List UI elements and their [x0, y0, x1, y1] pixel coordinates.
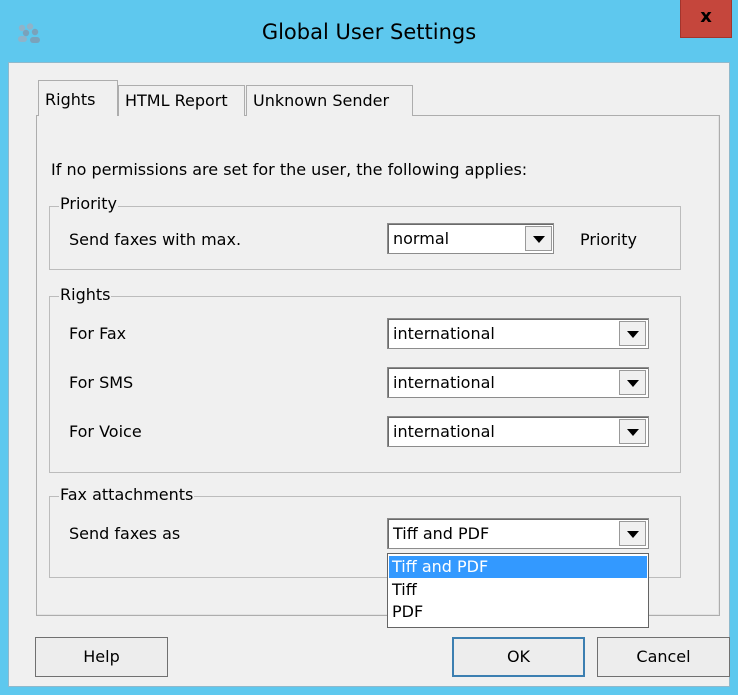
- close-button[interactable]: x: [680, 0, 732, 38]
- tab-rights-label: Rights: [45, 90, 96, 109]
- close-icon: x: [700, 6, 712, 27]
- sms-rights-dropdown-button[interactable]: [619, 370, 646, 395]
- priority-dropdown-button[interactable]: [525, 226, 552, 251]
- attachment-format-dropdown-button[interactable]: [619, 521, 646, 546]
- dropdown-option-tiff-and-pdf[interactable]: Tiff and PDF: [389, 556, 647, 578]
- dropdown-option-tiff[interactable]: Tiff: [389, 579, 647, 601]
- for-voice-label: For Voice: [69, 422, 142, 441]
- voice-rights-select[interactable]: international: [387, 416, 649, 447]
- intro-text: If no permissions are set for the user, …: [51, 160, 528, 179]
- chevron-down-icon: [533, 236, 545, 243]
- priority-suffix-label: Priority: [580, 230, 637, 249]
- fax-attachments-legend: Fax attachments: [59, 485, 195, 504]
- send-faxes-max-label: Send faxes with max.: [69, 230, 242, 249]
- tab-unknown-sender[interactable]: Unknown Sender: [246, 85, 413, 116]
- priority-select[interactable]: normal: [387, 223, 554, 254]
- send-faxes-as-label: Send faxes as: [69, 524, 181, 543]
- ok-button[interactable]: OK: [452, 637, 585, 677]
- voice-rights-value: international: [393, 422, 495, 441]
- cancel-button[interactable]: Cancel: [597, 637, 730, 677]
- chevron-down-icon: [627, 429, 639, 436]
- fax-rights-value: international: [393, 324, 495, 343]
- chevron-down-icon: [627, 380, 639, 387]
- priority-legend: Priority: [59, 194, 118, 213]
- sms-rights-value: international: [393, 373, 495, 392]
- help-button[interactable]: Help: [35, 637, 168, 677]
- for-sms-label: For SMS: [69, 373, 134, 392]
- for-fax-label: For Fax: [69, 324, 127, 343]
- attachment-format-dropdown-list: Tiff and PDF Tiff PDF: [387, 553, 649, 628]
- attachment-format-value: Tiff and PDF: [393, 524, 490, 543]
- dropdown-option-pdf[interactable]: PDF: [389, 601, 647, 623]
- priority-select-value: normal: [393, 229, 450, 248]
- rights-legend: Rights: [59, 285, 112, 304]
- tab-html-report[interactable]: HTML Report: [118, 85, 245, 116]
- tab-html-report-label: HTML Report: [125, 91, 228, 110]
- chevron-down-icon: [627, 331, 639, 338]
- chevron-down-icon: [627, 531, 639, 538]
- fax-rights-dropdown-button[interactable]: [619, 321, 646, 346]
- tab-unknown-sender-label: Unknown Sender: [253, 91, 390, 110]
- window-title: Global User Settings: [261, 20, 477, 44]
- attachment-format-select[interactable]: Tiff and PDF: [387, 518, 649, 549]
- sms-rights-select[interactable]: international: [387, 367, 649, 398]
- fax-rights-select[interactable]: international: [387, 318, 649, 349]
- voice-rights-dropdown-button[interactable]: [619, 419, 646, 444]
- tab-rights[interactable]: Rights: [38, 80, 118, 116]
